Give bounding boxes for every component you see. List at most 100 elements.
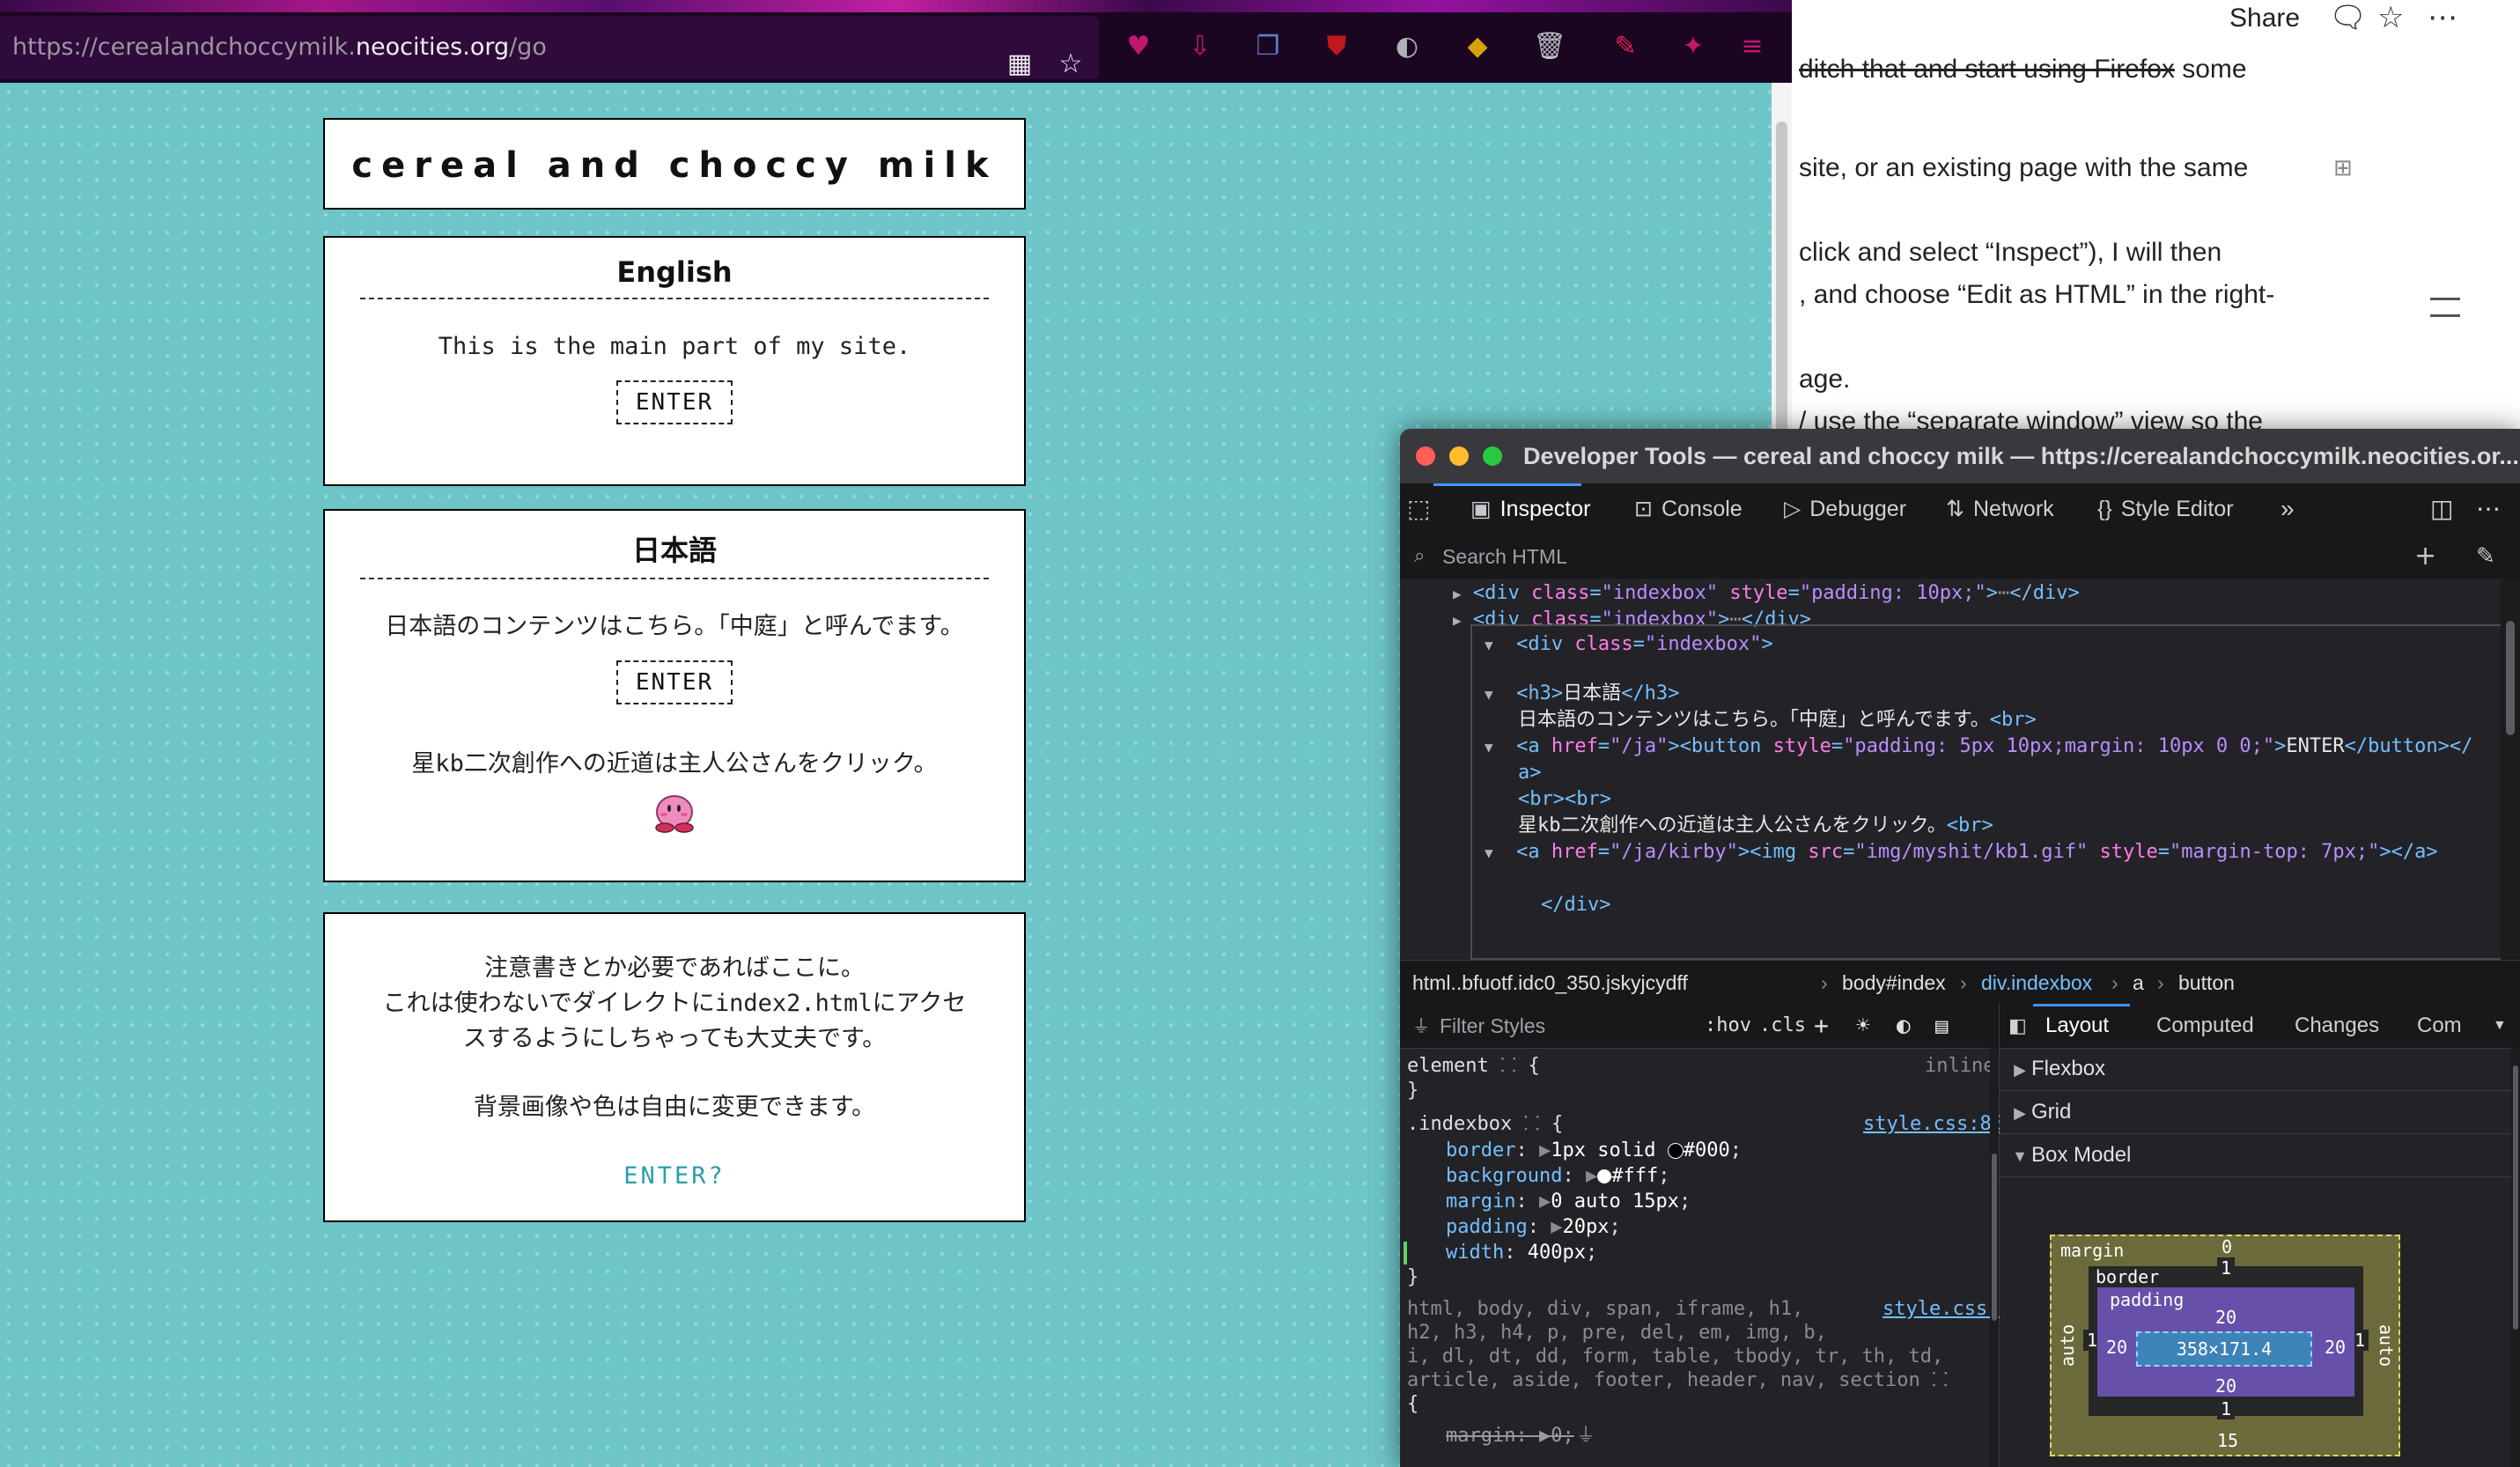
- markup-scrollbar-thumb[interactable]: [2506, 621, 2515, 735]
- favorite-star-icon[interactable]: ☆: [2377, 0, 2404, 35]
- padding-bottom-value[interactable]: 20: [2212, 1375, 2240, 1397]
- decl-width[interactable]: width: 400px;: [1446, 1240, 1597, 1265]
- element-picker-icon[interactable]: ⬚: [1407, 483, 1430, 534]
- section-flexbox[interactable]: ▶ Flexbox: [2000, 1048, 2520, 1091]
- breadcrumb-div-indexbox[interactable]: div.indexbox: [1981, 961, 2092, 1005]
- margin-left-value[interactable]: auto: [2057, 1324, 2078, 1367]
- add-rule-icon[interactable]: +: [1814, 1004, 1829, 1048]
- share-button[interactable]: Share: [2229, 4, 2300, 33]
- tab-layout[interactable]: Layout: [2045, 1004, 2109, 1048]
- pocket-icon[interactable]: ♥: [1118, 26, 1159, 67]
- tab-style-editor[interactable]: {} Style Editor: [2097, 483, 2234, 534]
- devtools-menu-icon[interactable]: ⋯: [2476, 483, 2501, 534]
- more-options-icon[interactable]: ⋯: [2428, 0, 2457, 35]
- add-comment-icon[interactable]: ⊞: [2333, 155, 2353, 181]
- html-search-input[interactable]: Search HTML: [1442, 534, 1567, 579]
- box-model-content[interactable]: 358×171.4: [2136, 1331, 2312, 1367]
- element-rule-selector[interactable]: element ⸬ {: [1407, 1053, 1540, 1079]
- decl-reset-margin[interactable]: margin: ▶0;: [1446, 1423, 1574, 1449]
- decl-margin[interactable]: margin: ▶0 auto 15px;: [1446, 1189, 1691, 1214]
- layout-scrollbar[interactable]: [2511, 1048, 2520, 1467]
- breadcrumb-html[interactable]: html..bfuotf.idc0_350.jskyjcydff: [1412, 961, 1688, 1005]
- downloads-icon[interactable]: ⇩: [1180, 26, 1220, 67]
- menu-hamburger-icon[interactable]: ≡: [1732, 26, 1772, 67]
- indexbox-rule-selector[interactable]: .indexbox ⸬ {: [1407, 1111, 1563, 1137]
- tabs-dropdown-icon[interactable]: ▼: [2493, 1004, 2507, 1048]
- markup-h3[interactable]: ▼ <h3>日本語</h3>: [1485, 681, 1679, 708]
- markup-node-1[interactable]: ▶ <div class="indexbox" style="padding: …: [1453, 580, 2080, 608]
- indexbox-rule-source[interactable]: style.css:86: [1863, 1111, 2003, 1137]
- enter-link[interactable]: ENTER?: [623, 1162, 726, 1190]
- classes-button[interactable]: .cls: [1759, 1004, 1806, 1048]
- rules-scrollbar[interactable]: [1990, 1048, 1999, 1467]
- breadcrumb-button[interactable]: button: [2178, 961, 2235, 1005]
- url-text[interactable]: https://cerealandchoccymilk.neocities.or…: [12, 16, 547, 79]
- extension-copy-icon[interactable]: ❐: [1248, 26, 1288, 67]
- color-swatch-white[interactable]: [1597, 1169, 1612, 1183]
- privacy-extension-icon[interactable]: ◐: [1387, 26, 1427, 67]
- kirby-link[interactable]: [325, 792, 1024, 833]
- light-mode-icon[interactable]: ☀: [1856, 1004, 1870, 1048]
- tab-debugger[interactable]: ▷ Debugger: [1784, 483, 1906, 534]
- margin-right-value[interactable]: auto: [2376, 1324, 2397, 1367]
- tab-console[interactable]: ⊡ Console: [1634, 483, 1743, 534]
- markup-text-2[interactable]: 星kb二次創作への近道は主人公さんをクリック。<br>: [1518, 813, 1993, 839]
- bookmark-star-icon[interactable]: ☆: [1050, 44, 1091, 85]
- color-picker-icon[interactable]: ✎: [1605, 26, 1646, 67]
- extensions-puzzle-icon[interactable]: ✦: [1673, 26, 1713, 67]
- padding-left-value[interactable]: 20: [2103, 1337, 2131, 1358]
- breadcrumb-a[interactable]: a: [2133, 961, 2144, 1005]
- padding-right-value[interactable]: 20: [2321, 1337, 2349, 1358]
- japanese-enter-button[interactable]: ENTER: [615, 660, 733, 704]
- close-window-button[interactable]: [1416, 446, 1435, 466]
- markup-scrollbar[interactable]: [2501, 579, 2520, 960]
- tab-compatibility[interactable]: Com: [2417, 1004, 2462, 1048]
- minimize-window-button[interactable]: [1449, 446, 1469, 466]
- breadcrumb-body[interactable]: body#index: [1842, 961, 1946, 1005]
- color-swatch-black[interactable]: [1667, 1143, 1684, 1159]
- markup-a1[interactable]: ▼ <a href="/ja"><button style="padding: …: [1485, 734, 2472, 761]
- tab-inspector[interactable]: ▣ Inspector: [1470, 483, 1590, 534]
- hover-states-button[interactable]: :hov: [1705, 1004, 1751, 1048]
- ublock-icon[interactable]: ⛊: [1316, 26, 1357, 67]
- section-grid[interactable]: ▶ Grid: [2000, 1091, 2520, 1134]
- padding-top-value[interactable]: 20: [2212, 1307, 2240, 1328]
- zoom-window-button[interactable]: [1483, 446, 1502, 466]
- content-size-value[interactable]: 358×171.4: [2138, 1338, 2310, 1360]
- dark-mode-icon[interactable]: ◐: [1897, 1004, 1911, 1048]
- box-model-border[interactable]: border 1 1 1 1 padding 20 20 20 20 358×1…: [2083, 1257, 2369, 1419]
- margin-top-value[interactable]: 0: [2214, 1236, 2240, 1257]
- border-top-value[interactable]: 1: [2217, 1257, 2235, 1279]
- more-tabs-chevron-icon[interactable]: »: [2281, 483, 2295, 534]
- devtools-titlebar[interactable]: Developer Tools — cereal and choccy milk…: [1400, 429, 2520, 483]
- markup-a2[interactable]: ▼ <a href="/ja/kirby"><img src="img/mysh…: [1485, 839, 2438, 866]
- decl-background[interactable]: background: ▶ #fff;: [1446, 1163, 1669, 1189]
- trash-icon[interactable]: 🗑: [1529, 26, 1570, 67]
- filter-overridden-icon[interactable]: ⏚: [1576, 1423, 1595, 1449]
- qr-code-icon[interactable]: ▦: [999, 44, 1040, 85]
- markup-text-1[interactable]: 日本語のコンテンツはこちら。「中庭」と呼んでます。<br>: [1518, 707, 2037, 734]
- eyedropper-icon[interactable]: ✎: [2476, 534, 2495, 579]
- margin-bottom-value[interactable]: 15: [2210, 1430, 2245, 1451]
- collapsed-content-icon[interactable]: ⋯: [1998, 582, 2009, 604]
- markup-div-close[interactable]: </div>: [1541, 892, 1610, 918]
- toggle-sidebar-icon[interactable]: ◧: [2008, 1004, 2027, 1048]
- html-search-bar[interactable]: ⌕ Search HTML + ✎: [1400, 534, 2520, 579]
- tab-network[interactable]: ⇅ Network: [1946, 483, 2054, 534]
- markup-br[interactable]: <br><br>: [1518, 786, 1611, 813]
- dock-mode-icon[interactable]: ◫: [2430, 483, 2453, 534]
- filter-styles-input[interactable]: Filter Styles: [1440, 1004, 1545, 1048]
- english-enter-button[interactable]: ENTER: [615, 380, 733, 424]
- print-media-icon[interactable]: ▤: [1935, 1004, 1948, 1048]
- add-node-icon[interactable]: +: [2414, 534, 2436, 579]
- tab-computed[interactable]: Computed: [2156, 1004, 2254, 1048]
- decl-padding[interactable]: padding: ▶20px;: [1446, 1214, 1621, 1240]
- rules-scrollbar-thumb[interactable]: [1992, 1154, 1997, 1321]
- comment-icon[interactable]: 🗨: [2329, 0, 2367, 35]
- address-bar[interactable]: https://cerealandchoccymilk.neocities.or…: [0, 16, 1099, 79]
- kirby-image[interactable]: [652, 792, 696, 833]
- markup-node-3[interactable]: ▼ <div class="indexbox">: [1485, 631, 1773, 659]
- box-model-padding[interactable]: padding 20 20 20 20 358×171.4: [2097, 1287, 2354, 1397]
- layout-scrollbar-thumb[interactable]: [2513, 1065, 2518, 1330]
- tab-changes[interactable]: Changes: [2295, 1004, 2379, 1048]
